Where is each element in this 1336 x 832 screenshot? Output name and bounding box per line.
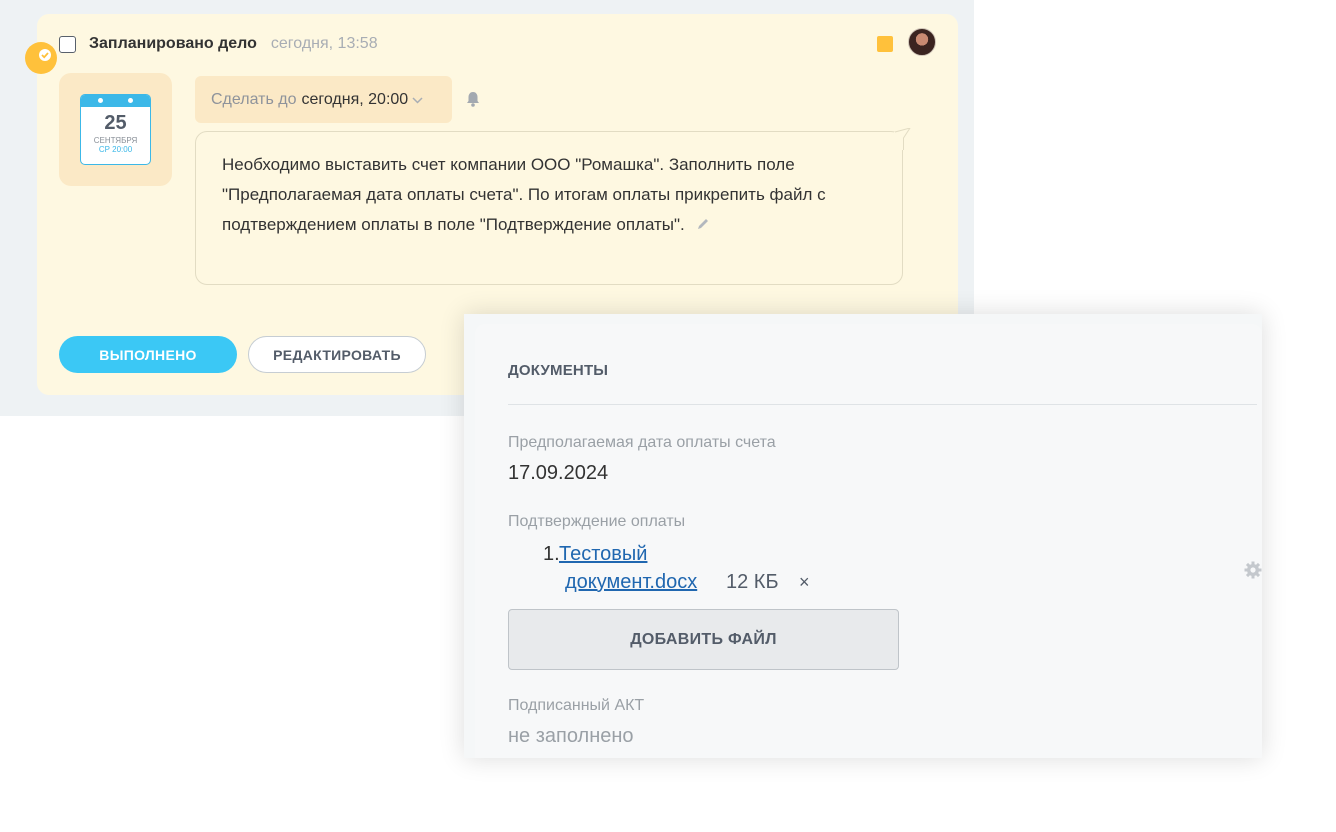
documents-panel: ДОКУМЕНТЫ Предполагаемая дата оплаты сче… [464,314,1262,758]
timeline-badge [25,42,57,74]
divider [508,404,1257,405]
activity-time: сегодня, 13:58 [270,35,378,52]
due-date-value: 17.09.2024 [508,462,609,484]
activity-title: Запланировано дело [89,35,257,52]
deadline-selector[interactable]: Сделать до сегодня, 20:00 [195,76,452,123]
activity-header: Запланировано дело сегодня, 13:58 [59,34,378,54]
calendar-icon: 25 СЕНТЯБРЯ СР 20:00 [80,94,151,165]
edit-button[interactable]: РЕДАКТИРОВАТЬ [248,336,426,373]
avatar[interactable] [908,28,936,56]
file-link-continued[interactable]: документ.docx [565,568,697,596]
chevron-down-icon [412,93,423,107]
bubble-tail [894,128,911,150]
done-button[interactable]: ВЫПОЛНЕНО [59,336,237,373]
deadline-prefix: Сделать до [211,90,297,108]
documents-section: ДОКУМЕНТЫ Предполагаемая дата оплаты сче… [475,324,1262,758]
calendar-month: СЕНТЯБРЯ [93,136,138,145]
due-date-label: Предполагаемая дата оплаты счета [508,434,776,451]
gear-icon[interactable] [1243,560,1263,580]
deadline-value: сегодня, 20:00 [301,90,409,108]
calendar-tile: 25 СЕНТЯБРЯ СР 20:00 [59,73,172,186]
bell-icon[interactable] [464,90,482,108]
file-link[interactable]: Тестовый [559,540,647,568]
file-index: 1. [543,543,560,565]
signed-act-value: не заполнено [508,725,634,747]
pencil-icon[interactable] [695,212,711,229]
calendar-time: СР 20:00 [98,145,133,154]
complete-checkbox[interactable] [59,35,76,53]
payment-confirmation-label: Подтверждение оплаты [508,513,686,530]
description-bubble: Необходимо выставить счет компании ООО "… [195,131,903,285]
documents-title: ДОКУМЕНТЫ [508,362,609,379]
file-size: 12 КБ [726,571,779,593]
remove-file-icon[interactable]: × [799,568,810,596]
check-icon [39,49,51,61]
activity-description: Необходимо выставить счет компании ООО "… [222,155,826,234]
color-marker-icon[interactable] [877,36,893,52]
calendar-day: 25 [104,112,127,134]
add-file-button[interactable]: ДОБАВИТЬ ФАЙЛ [508,609,899,670]
signed-act-label: Подписанный АКТ [508,697,645,714]
